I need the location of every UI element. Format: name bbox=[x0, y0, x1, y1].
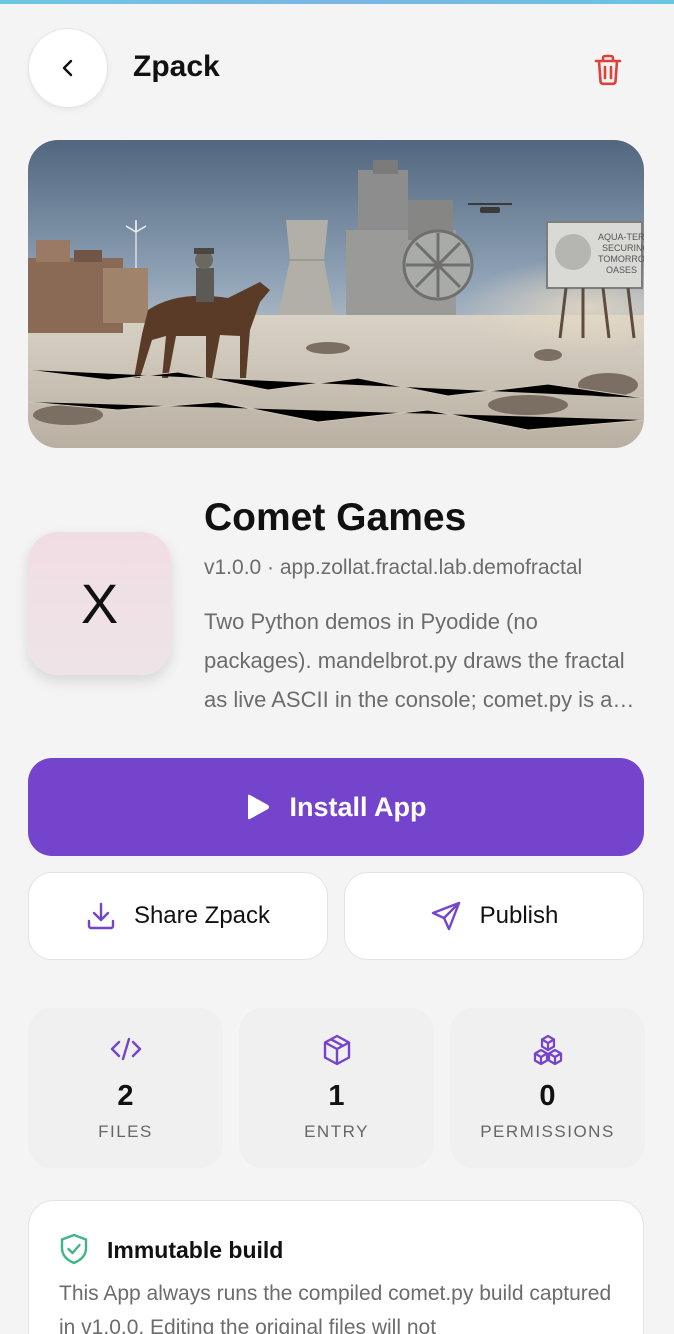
publish-label: Publish bbox=[479, 902, 559, 929]
svg-text:AQUA-TERRA: AQUA-TERRA bbox=[598, 232, 644, 242]
immutable-build-card: Immutable build This App always runs the… bbox=[28, 1200, 644, 1334]
back-button[interactable] bbox=[28, 28, 108, 108]
header: Zpack bbox=[0, 0, 674, 140]
download-icon bbox=[87, 902, 115, 930]
stat-entry: 1 ENTRY bbox=[239, 1008, 434, 1168]
stat-permissions: 0 PERMISSIONS bbox=[450, 1008, 645, 1168]
publish-button[interactable]: Publish bbox=[344, 872, 644, 960]
app-description: Two Python demos in Pyodide (no packages… bbox=[204, 609, 625, 712]
stat-files: 2 FILES bbox=[28, 1008, 223, 1168]
hero-image: AQUA-TERRA SECURING TOMORROW'S OASES bbox=[28, 140, 644, 448]
send-icon bbox=[431, 901, 460, 931]
immutable-build-title: Immutable build bbox=[107, 1237, 284, 1263]
chevron-left-icon bbox=[62, 59, 73, 77]
app-meta: v1.0.0 · app.zollat.fractal.lab.demofrac… bbox=[204, 556, 583, 579]
immutable-build-text: This App always runs the compiled comet.… bbox=[59, 1282, 612, 1334]
stat-permissions-label: PERMISSIONS bbox=[480, 1122, 615, 1141]
stat-entry-label: ENTRY bbox=[304, 1122, 369, 1141]
shield-check-icon bbox=[60, 1233, 88, 1265]
install-app-label: Install App bbox=[289, 791, 427, 822]
delete-button[interactable] bbox=[586, 48, 630, 92]
stat-files-value: 2 bbox=[117, 1080, 134, 1112]
cube-icon bbox=[323, 1034, 350, 1066]
stat-permissions-value: 0 bbox=[539, 1080, 556, 1112]
share-zpack-label: Share Zpack bbox=[133, 902, 271, 929]
app-icon: X bbox=[28, 532, 171, 675]
svg-text:OASES: OASES bbox=[606, 265, 637, 275]
stat-files-label: FILES bbox=[98, 1122, 153, 1141]
play-icon bbox=[248, 794, 270, 820]
stat-entry-value: 1 bbox=[328, 1080, 345, 1112]
svg-text:TOMORROW'S: TOMORROW'S bbox=[598, 254, 644, 264]
app-name: Comet Games bbox=[204, 496, 467, 539]
page-title: Zpack bbox=[133, 50, 220, 83]
cubes-icon bbox=[533, 1034, 562, 1066]
install-app-button[interactable]: Install App bbox=[28, 758, 644, 856]
share-zpack-button[interactable]: Share Zpack bbox=[28, 872, 328, 960]
svg-text:SECURING: SECURING bbox=[602, 243, 644, 253]
code-icon bbox=[110, 1037, 141, 1061]
trash-icon bbox=[594, 54, 622, 86]
